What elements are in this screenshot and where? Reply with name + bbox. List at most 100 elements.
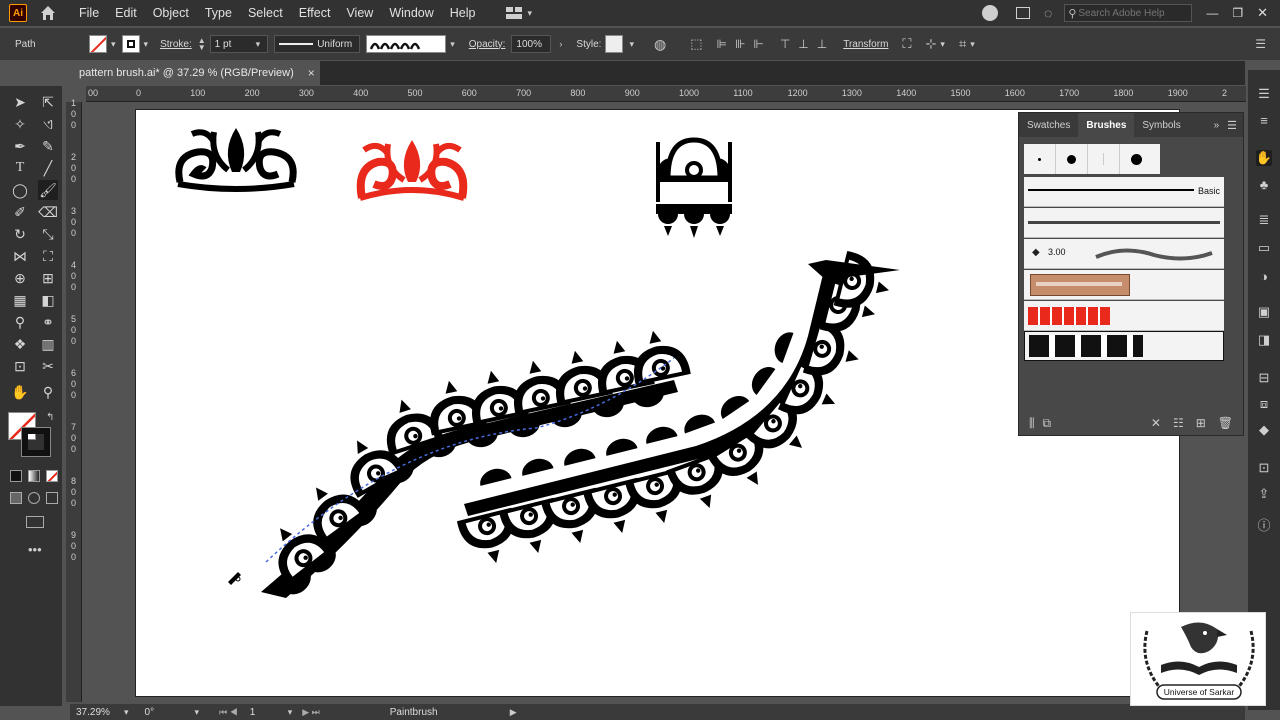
artboard-nav-icon[interactable]: ⏮ ◀ — [219, 707, 238, 718]
menu-select[interactable]: Select — [240, 6, 291, 20]
stroke-panel-icon[interactable]: ≣ — [1256, 212, 1272, 228]
brush-dot-faint[interactable] — [1088, 144, 1120, 174]
blend-tool-icon[interactable]: ⚭ — [38, 312, 58, 332]
width-tool-icon[interactable]: ⋈ — [10, 246, 30, 266]
menu-help[interactable]: Help — [442, 6, 484, 20]
menu-file[interactable]: File — [71, 6, 107, 20]
envelope-distort-icon[interactable]: ⌗ — [959, 36, 966, 52]
artboard-next-icon[interactable]: ▶ ⏭ — [302, 707, 320, 718]
align-hcenter-icon[interactable]: ⊪ — [735, 37, 745, 51]
graphic-style-swatch[interactable] — [605, 35, 624, 53]
discover-bulb-icon[interactable]: ◌ — [1044, 5, 1052, 21]
user-account-icon[interactable] — [982, 5, 998, 21]
perspective-grid-tool-icon[interactable]: ⊞ — [38, 268, 58, 288]
libraries-panel-icon[interactable]: ⧉ — [1043, 416, 1052, 431]
red-ornament-motif[interactable] — [356, 140, 468, 201]
black-ornament-motif[interactable] — [175, 128, 297, 192]
align-panel-icon[interactable]: ⊟ — [1256, 370, 1272, 386]
menu-view[interactable]: View — [338, 6, 381, 20]
search-input[interactable] — [1078, 7, 1184, 19]
scale-tool-icon[interactable]: ⤡ — [38, 224, 58, 244]
properties-icon[interactable]: ☰ — [1256, 86, 1272, 102]
document-tab[interactable]: pattern brush.ai* @ 37.29 % (RGB/Preview… — [70, 61, 320, 85]
gradient-panel-icon[interactable]: ▭ — [1256, 240, 1272, 256]
shape-builder-tool-icon[interactable]: ⊕ — [10, 268, 30, 288]
swap-colors-icon[interactable]: ↰ — [46, 412, 54, 423]
new-brush-icon[interactable]: ⊞ — [1196, 416, 1206, 430]
panel-menu-icon[interactable]: ☰ — [1255, 37, 1266, 51]
tab-swatches[interactable]: Swatches — [1019, 113, 1078, 137]
stroke-color-icon[interactable] — [21, 427, 51, 457]
info-icon[interactable]: ⓘ — [1256, 516, 1272, 533]
pen-tool-icon[interactable]: ✒ — [10, 136, 30, 156]
brush-dot-large[interactable] — [1120, 144, 1152, 174]
ellipse-tool-icon[interactable]: ◯ — [10, 180, 30, 200]
opacity-field[interactable]: 100% — [511, 35, 552, 53]
search-field[interactable]: ⚲ — [1064, 4, 1193, 22]
none-mode-icon[interactable] — [46, 470, 58, 482]
restore-button[interactable]: ❐ — [1232, 6, 1243, 20]
menu-type[interactable]: Type — [197, 6, 240, 20]
brush-pattern-black-selected[interactable] — [1024, 331, 1224, 361]
pathfinder-icon[interactable]: ⧈ — [1256, 396, 1272, 412]
menu-effect[interactable]: Effect — [291, 6, 339, 20]
align-bottom-icon[interactable]: ⊥ — [817, 37, 827, 51]
brush-definition-dropdown[interactable] — [366, 35, 447, 53]
isolate-icon[interactable]: ⛶ — [902, 36, 911, 52]
artboards-icon[interactable]: ⊡ — [1256, 460, 1272, 476]
brush-pattern-red[interactable] — [1024, 301, 1224, 331]
symbol-sprayer-tool-icon[interactable]: ❖ — [10, 334, 30, 354]
stroke-swatch[interactable] — [121, 35, 140, 53]
brush-pattern-tan[interactable] — [1024, 270, 1224, 300]
screen-mode-icon[interactable] — [26, 516, 44, 528]
remove-brush-stroke-icon[interactable]: ✕ — [1151, 416, 1161, 430]
eyedropper-tool-icon[interactable]: ⚲ — [10, 312, 30, 332]
align-left-icon[interactable]: ⊫ — [716, 37, 726, 51]
tab-symbols[interactable]: Symbols — [1134, 113, 1188, 137]
arrange-documents-icon[interactable] — [1016, 7, 1030, 19]
color-mode-icon[interactable] — [10, 470, 22, 482]
menu-object[interactable]: Object — [145, 6, 197, 20]
delete-brush-icon[interactable]: 🗑 — [1218, 416, 1233, 430]
shaper-tool-icon[interactable]: ✐ — [10, 202, 30, 222]
layers-stack-icon[interactable]: ◆ — [1256, 422, 1272, 438]
stroke-profile-dropdown[interactable]: Uniform — [274, 35, 361, 53]
brush-options-icon[interactable]: ☷ — [1173, 416, 1184, 430]
curvature-tool-icon[interactable]: ✎ — [38, 136, 58, 156]
artboard-tool-icon[interactable]: ⊡ — [10, 356, 30, 376]
column-graph-tool-icon[interactable]: ▥ — [38, 334, 58, 354]
rotate-tool-icon[interactable]: ↻ — [10, 224, 30, 244]
transparency-icon[interactable]: ◑ — [1256, 268, 1272, 284]
align-to-icon[interactable]: ⬚ — [690, 36, 702, 52]
transform-link[interactable]: Transform — [843, 39, 888, 50]
zoom-level[interactable]: 37.29% — [76, 707, 116, 718]
graphic-styles-icon[interactable]: ◨ — [1256, 332, 1272, 348]
paintbrush-tool-icon[interactable]: 🖌 — [38, 180, 58, 200]
home-icon[interactable] — [39, 4, 57, 22]
edit-toolbar-icon[interactable]: ••• — [28, 542, 42, 557]
draw-behind-icon[interactable] — [28, 492, 40, 504]
pattern-tile[interactable] — [656, 137, 732, 238]
artboard-number[interactable]: 1 — [250, 707, 288, 718]
close-window-button[interactable]: ✕ — [1257, 5, 1268, 21]
align-right-icon[interactable]: ⊩ — [753, 37, 763, 51]
brush-dot-tiny[interactable] — [1024, 144, 1056, 174]
tab-brushes[interactable]: Brushes — [1078, 113, 1135, 137]
direct-selection-tool-icon[interactable]: ⇱ — [38, 92, 58, 112]
stroke-stepper-icon[interactable]: ▲ ▼ — [198, 37, 206, 52]
brush-calligraphic[interactable]: ◆ 3.00 — [1024, 239, 1224, 269]
appearance-icon[interactable]: ▣ — [1256, 304, 1272, 320]
slice-tool-icon[interactable]: ✂ — [38, 356, 58, 376]
menu-window[interactable]: Window — [381, 6, 441, 20]
free-transform-tool-icon[interactable]: ⛶ — [38, 246, 58, 266]
asset-export-icon[interactable]: ⇪ — [1256, 486, 1272, 502]
selection-tool-icon[interactable]: ➤ — [10, 92, 30, 112]
puppet-warp-icon[interactable]: ⊹ — [926, 36, 937, 52]
draw-normal-icon[interactable] — [10, 492, 22, 504]
zoom-tool-icon[interactable]: ⚲ — [38, 382, 58, 402]
brush-basic[interactable]: Basic — [1024, 177, 1224, 207]
align-top-icon[interactable]: ⊤ — [780, 37, 790, 51]
draw-inside-icon[interactable] — [46, 492, 58, 504]
mesh-tool-icon[interactable]: ▦ — [10, 290, 30, 310]
minimize-button[interactable]: — — [1206, 6, 1218, 20]
